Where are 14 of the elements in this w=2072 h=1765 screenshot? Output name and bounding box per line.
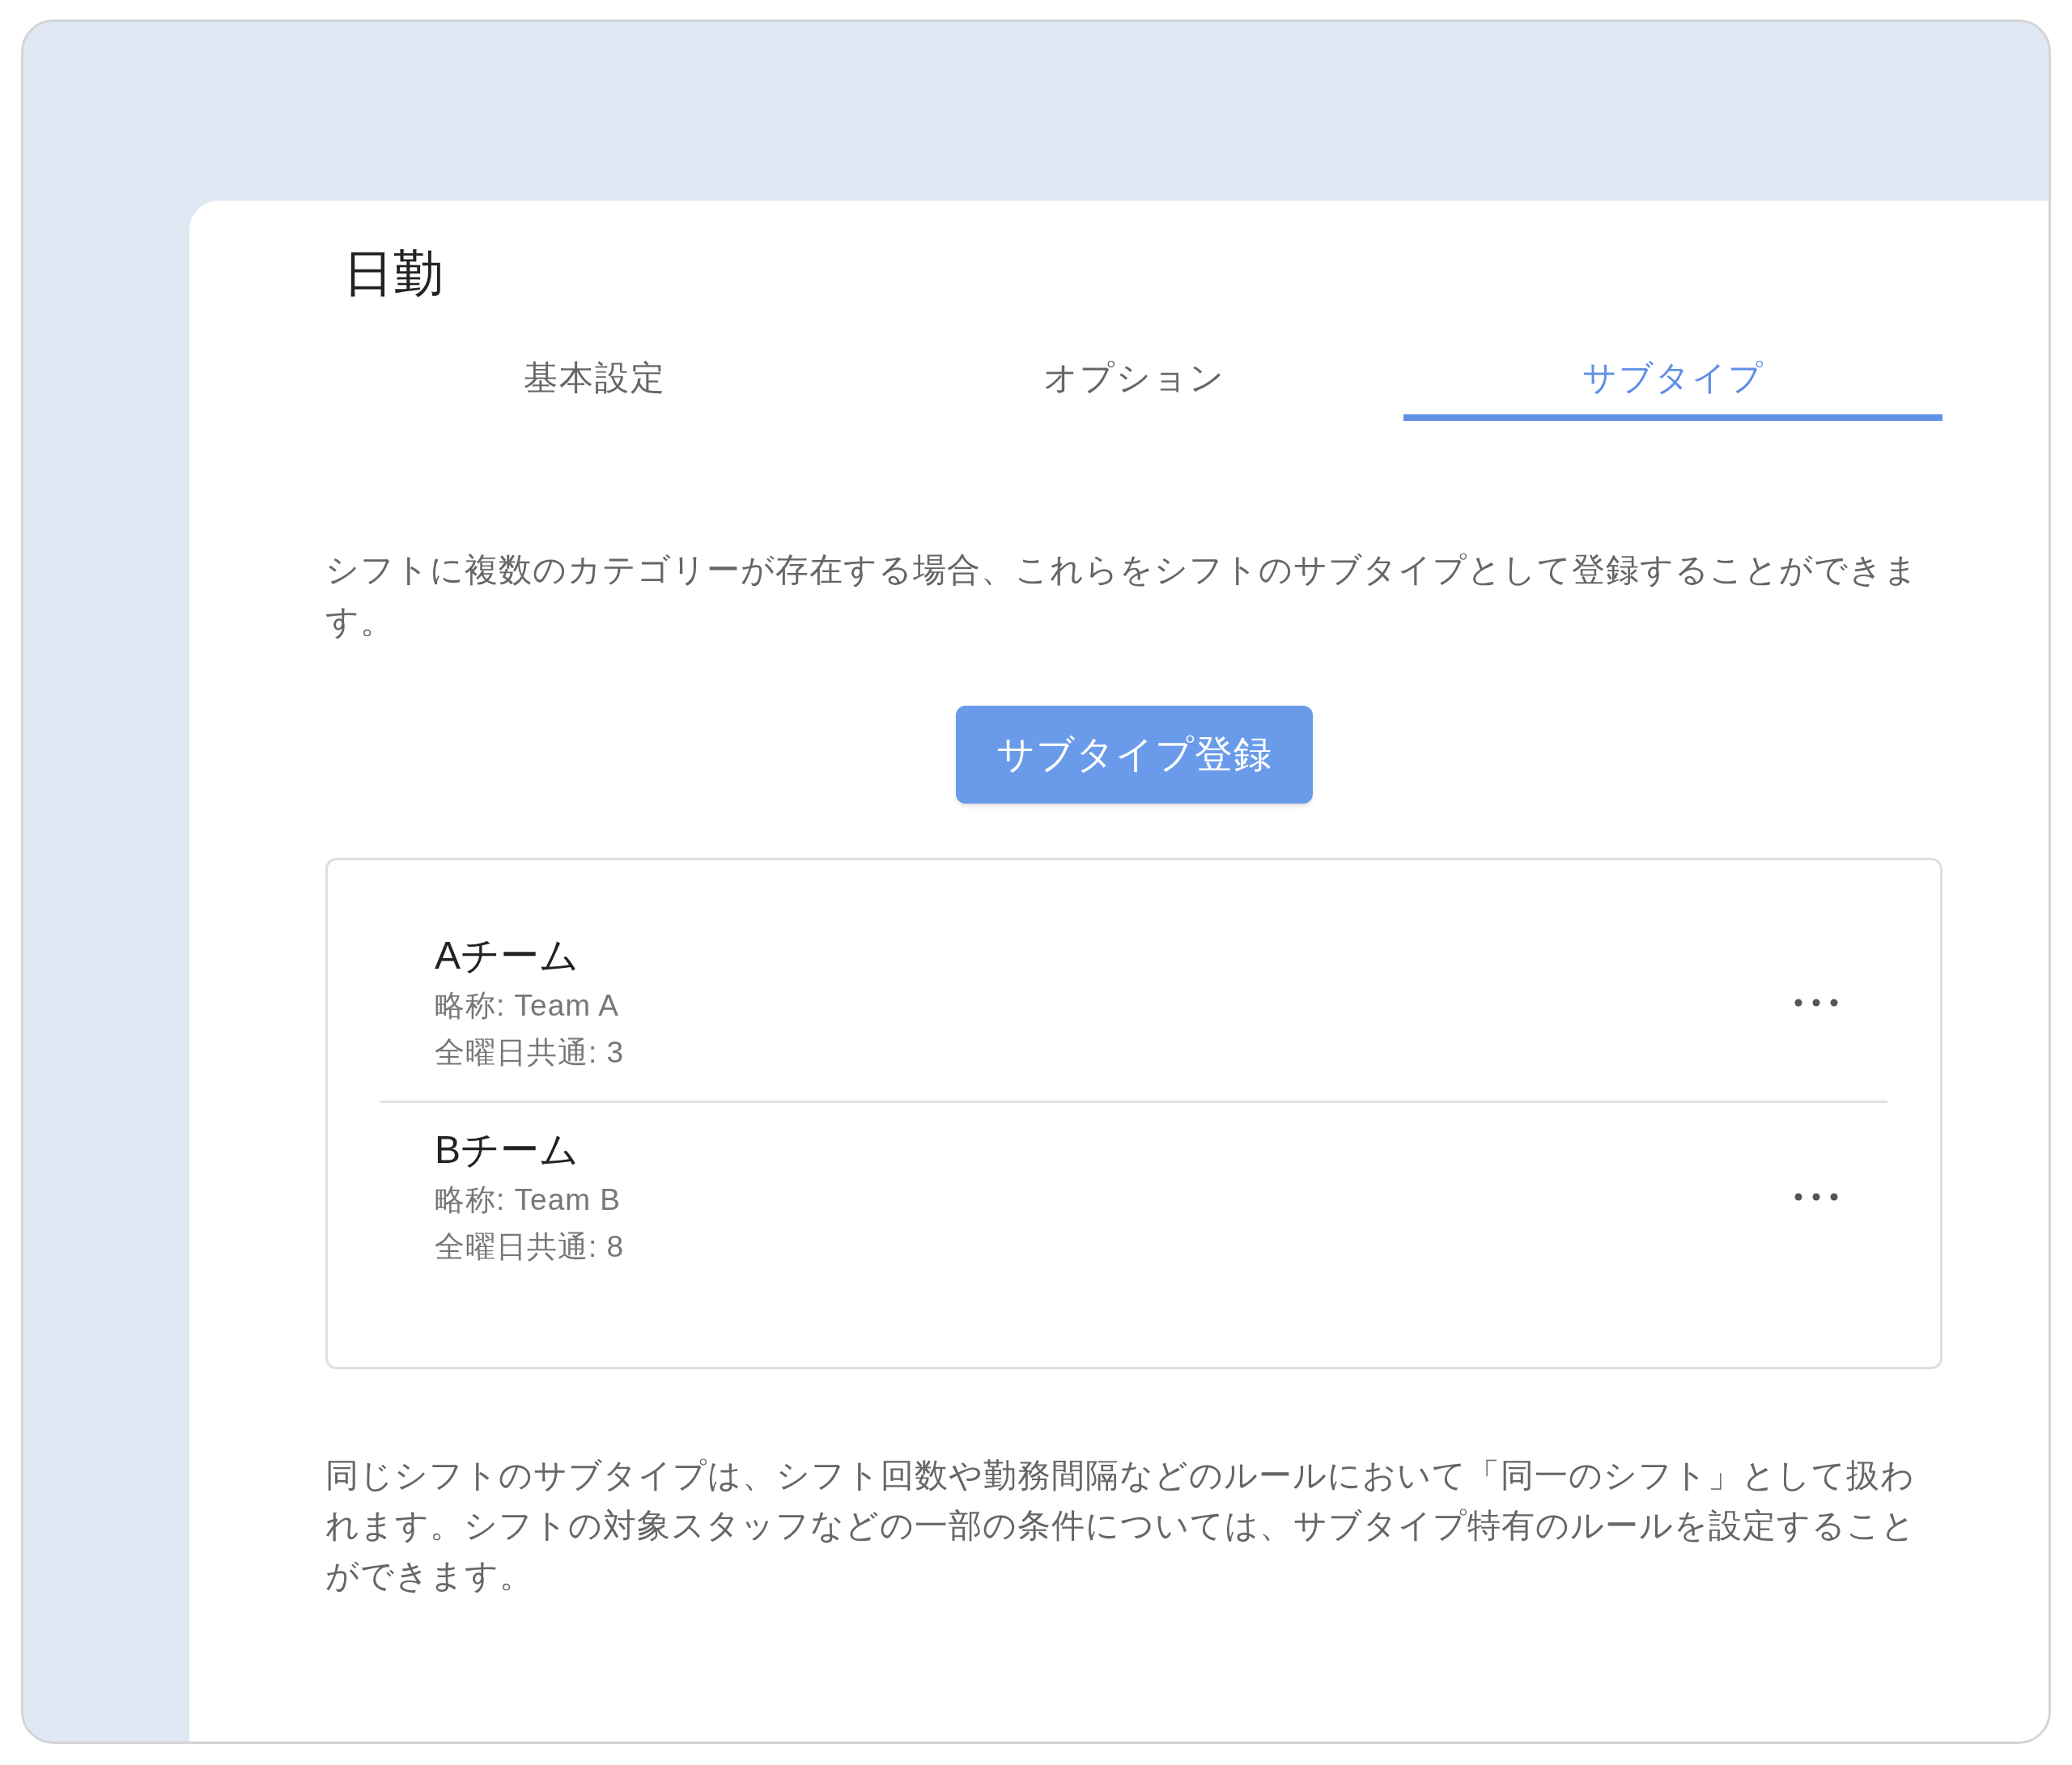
abbreviation-text: 略称: Team A xyxy=(435,988,620,1024)
more-options-icon[interactable] xyxy=(1794,998,1839,1008)
tab[interactable]: 基本設定 xyxy=(325,340,864,421)
abbreviation-text: 略称: Team B xyxy=(435,1182,622,1218)
tab[interactable]: オプション xyxy=(864,340,1403,421)
all-days-count-text: 全曜日共通: 8 xyxy=(435,1229,626,1265)
more-options-icon[interactable] xyxy=(1794,1192,1839,1202)
footer-note: 同じシフトのサブタイプは、シフト回数や勤務間隔などのルールにおいて「同一のシフト」として扱われます。シフトの対象スタッフなどの一部の条件については、サブタイプ特有のルールを設定することができます。 xyxy=(325,1456,1917,1596)
subtype-name: Aチーム xyxy=(435,933,580,978)
dialog-title: 日勤 xyxy=(343,244,444,303)
subtype-name: Bチーム xyxy=(435,1127,580,1173)
tab[interactable]: サブタイプ xyxy=(1403,340,1942,421)
description-text: シフトに複数のカテゴリーが存在する場合、これらをシフトのサブタイプとして登録することができます。 xyxy=(325,550,1919,642)
all-days-count-text: 全曜日共通: 3 xyxy=(435,1035,626,1071)
